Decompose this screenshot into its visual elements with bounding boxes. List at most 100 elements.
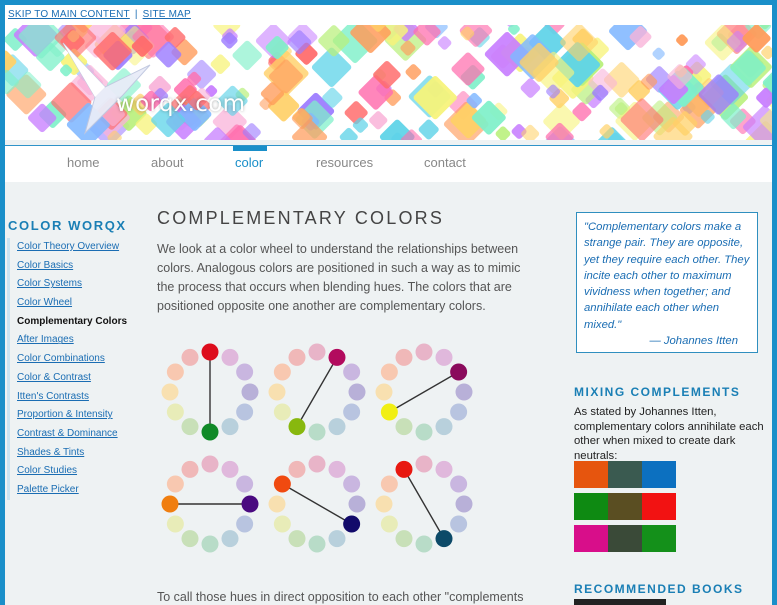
wheel-dot <box>236 476 253 493</box>
nav-about[interactable]: about <box>151 155 184 170</box>
complement-dot <box>396 461 413 478</box>
wheel-dot <box>436 418 453 435</box>
sidebar-link[interactable]: Proportion & Intensity <box>17 409 113 420</box>
sidebar-link[interactable]: Color & Contrast <box>17 372 91 383</box>
main-nav: home about color resources contact <box>5 146 772 182</box>
quote-author: — Johannes Itten <box>584 333 751 349</box>
wheel-dot <box>381 516 398 533</box>
wheel-dot <box>269 384 286 401</box>
intro-paragraph: We look at a color wheel to understand t… <box>157 240 529 316</box>
sidebar-link[interactable]: Color Theory Overview <box>17 241 119 252</box>
sidebar-item-ittens-contrasts[interactable]: Itten's Contrasts <box>10 388 147 407</box>
nav-contact[interactable]: contact <box>424 155 466 170</box>
wheel-dot <box>436 349 453 366</box>
wheel-dot <box>329 530 346 547</box>
itten-quote-box: "Complementary colors make a strange pai… <box>576 212 758 353</box>
color-wheel <box>376 344 473 441</box>
swatch <box>642 461 676 488</box>
sidebar-item-palette-picker[interactable]: Palette Picker <box>10 481 147 500</box>
wheel-dot <box>274 364 291 381</box>
mixing-complements-heading: MIXING COMPLEMENTS <box>574 385 740 399</box>
wheel-dot <box>450 404 467 421</box>
site-map-link[interactable]: SITE MAP <box>143 9 191 20</box>
sidebar-item-color-systems[interactable]: Color Systems <box>10 275 147 294</box>
nav-home[interactable]: home <box>67 155 100 170</box>
complement-line <box>282 484 351 524</box>
complement-dot <box>202 424 219 441</box>
wheel-dot <box>396 349 413 366</box>
bird-logo-icon <box>45 25 165 140</box>
complement-dot <box>343 516 360 533</box>
color-wheel <box>162 344 259 441</box>
quote-text: "Complementary colors make a strange pai… <box>584 219 751 333</box>
wheel-dot <box>222 418 239 435</box>
banner-tile <box>368 110 389 131</box>
wheel-dot <box>349 384 366 401</box>
sidebar-link[interactable]: Color Systems <box>17 278 82 289</box>
sidebar-item-color-contrast[interactable]: Color & Contrast <box>10 369 147 388</box>
complement-line <box>389 372 458 412</box>
sidebar-link[interactable]: Color Wheel <box>17 297 72 308</box>
sidebar-item-color-combinations[interactable]: Color Combinations <box>10 350 147 369</box>
wheel-dot <box>436 461 453 478</box>
wheel-dot <box>182 461 199 478</box>
sidebar-link[interactable]: Contrast & Dominance <box>17 428 118 439</box>
wheel-dot <box>167 476 184 493</box>
color-wheel <box>269 344 366 441</box>
swatch <box>574 461 608 488</box>
sidebar-item-color-wheel[interactable]: Color Wheel <box>10 294 147 313</box>
sidebar-link[interactable]: Color Basics <box>17 260 73 271</box>
sidebar-title: COLOR WORQX <box>8 218 127 233</box>
nav-color[interactable]: color <box>235 155 263 170</box>
sidebar-item-color-studies[interactable]: Color Studies <box>10 462 147 481</box>
wheel-dot <box>309 456 326 473</box>
sidebar-link[interactable]: After Images <box>17 334 74 345</box>
swatch <box>574 525 608 552</box>
sidebar-item-color-basics[interactable]: Color Basics <box>10 257 147 276</box>
complement-dot <box>202 344 219 361</box>
wheel-dot <box>343 404 360 421</box>
wheel-dot <box>167 364 184 381</box>
wheel-dot <box>456 496 473 513</box>
sidebar-item-proportion-intensity[interactable]: Proportion & Intensity <box>10 406 147 425</box>
wheel-dot <box>450 516 467 533</box>
wheel-dot <box>167 404 184 421</box>
sidebar-link[interactable]: Palette Picker <box>17 484 79 495</box>
swatch <box>642 493 676 520</box>
sidebar-link[interactable]: Color Studies <box>17 465 77 476</box>
skip-to-main-link[interactable]: SKIP TO MAIN CONTENT <box>8 9 130 20</box>
complement-line <box>297 357 337 426</box>
sidebar-item-color-theory-overview[interactable]: Color Theory Overview <box>10 238 147 257</box>
nav-resources[interactable]: resources <box>316 155 373 170</box>
banner-tile <box>520 124 540 140</box>
sidebar-link[interactable]: Color Combinations <box>17 353 105 364</box>
wheel-dot <box>289 461 306 478</box>
skip-bar: SKIP TO MAIN CONTENT | SITE MAP <box>5 5 772 25</box>
complement-line <box>404 469 444 538</box>
wheel-dot <box>289 349 306 366</box>
banner-tile <box>412 75 458 121</box>
banner-tile <box>675 33 689 47</box>
swatch <box>608 493 642 520</box>
wheel-dot <box>450 476 467 493</box>
sidebar-link[interactable]: Itten's Contrasts <box>17 391 89 402</box>
wheel-dot <box>242 384 259 401</box>
wheel-dot <box>269 496 286 513</box>
sidebar-item-after-images[interactable]: After Images <box>10 331 147 350</box>
wheel-dot <box>381 364 398 381</box>
wheel-dot <box>416 344 433 361</box>
sidebar-item-shades-tints[interactable]: Shades & Tints <box>10 444 147 463</box>
site-banner[interactable]: worqx.com <box>5 25 772 140</box>
complement-dot <box>381 404 398 421</box>
wheel-dot <box>416 424 433 441</box>
wheel-dot <box>202 456 219 473</box>
sidebar-link[interactable]: Shades & Tints <box>17 447 84 458</box>
sidebar-item-contrast-dominance[interactable]: Contrast & Dominance <box>10 425 147 444</box>
swatch <box>574 493 608 520</box>
wheel-dot <box>416 456 433 473</box>
complement-dot <box>242 496 259 513</box>
wheel-dot <box>309 344 326 361</box>
wheel-dot <box>236 364 253 381</box>
nav-active-indicator <box>233 146 267 151</box>
skip-separator: | <box>135 9 138 20</box>
